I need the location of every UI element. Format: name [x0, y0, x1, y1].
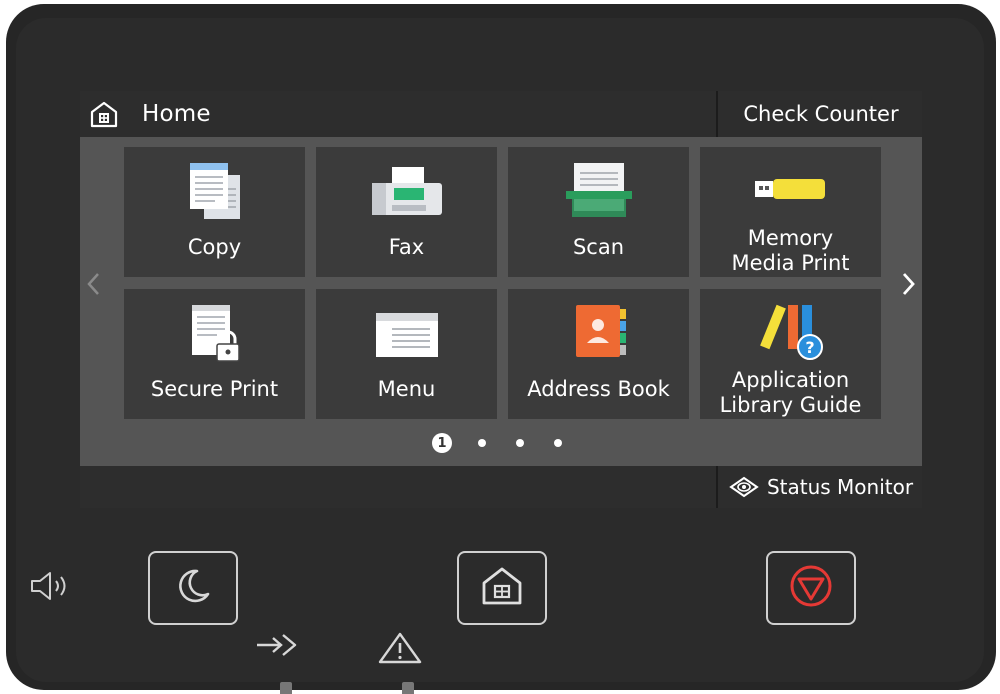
page-dot[interactable]: [478, 439, 486, 447]
check-counter-button[interactable]: Check Counter: [716, 91, 922, 137]
sleep-button[interactable]: [148, 551, 238, 625]
svg-text:?: ?: [805, 338, 814, 357]
address-book-label: Address Book: [527, 377, 670, 401]
status-monitor-button[interactable]: Status Monitor: [716, 466, 922, 508]
warning-icon: [378, 632, 422, 668]
bottom-bar: Status Monitor: [80, 466, 922, 508]
home-button[interactable]: [457, 551, 547, 625]
address-book-icon: [508, 301, 689, 367]
function-grid: Copy Fax Scan Memory Media Print Secure …: [80, 137, 922, 462]
menu-tile[interactable]: Menu: [316, 289, 497, 419]
stop-button[interactable]: [766, 551, 856, 625]
page-indicator: 1: [80, 431, 922, 455]
secure-print-tile[interactable]: Secure Print: [124, 289, 305, 419]
scan-icon: [508, 159, 689, 225]
copy-tile[interactable]: Copy: [124, 147, 305, 277]
touch-screen: Home Check Counter Copy Fax Scan Memory …: [80, 91, 922, 508]
moon-icon: [173, 566, 213, 610]
home-title: Home: [88, 97, 211, 131]
application-library-guide-label: Application Library Guide: [719, 368, 862, 417]
memory-media-print-label: Memory Media Print: [731, 226, 850, 275]
top-bar: Home Check Counter: [80, 91, 922, 137]
secure-print-label: Secure Print: [150, 377, 279, 401]
status-monitor-icon: [729, 476, 759, 498]
home-icon: [480, 565, 524, 611]
menu-label: Menu: [377, 377, 436, 401]
menu-icon: [316, 301, 497, 367]
fax-label: Fax: [388, 235, 425, 259]
scan-label: Scan: [572, 235, 625, 259]
data-led: [280, 682, 292, 694]
speaker-icon: [28, 570, 74, 606]
page-dot[interactable]: [516, 439, 524, 447]
copy-label: Copy: [187, 235, 242, 259]
page-title: Home: [142, 101, 211, 127]
address-book-tile[interactable]: Address Book: [508, 289, 689, 419]
error-led: [402, 682, 414, 694]
copy-icon: [124, 159, 305, 225]
next-page-arrow[interactable]: [900, 269, 916, 304]
stop-icon: [787, 562, 835, 614]
fax-icon: [316, 159, 497, 225]
scan-tile[interactable]: Scan: [508, 147, 689, 277]
home-icon: [88, 98, 120, 130]
application-library-icon: ?: [700, 301, 881, 367]
error-indicator: [378, 632, 422, 694]
previous-page-arrow[interactable]: [86, 269, 102, 304]
usb-memory-icon: [700, 159, 881, 225]
secure-print-icon: [124, 301, 305, 367]
data-indicator: [257, 634, 297, 694]
page-dot-current[interactable]: 1: [432, 433, 452, 453]
status-monitor-label: Status Monitor: [766, 475, 914, 499]
application-library-guide-tile[interactable]: ? Application Library Guide: [700, 289, 881, 419]
data-arrow-icon: [255, 630, 299, 664]
fax-tile[interactable]: Fax: [316, 147, 497, 277]
page-dot[interactable]: [554, 439, 562, 447]
memory-media-print-tile[interactable]: Memory Media Print: [700, 147, 881, 277]
